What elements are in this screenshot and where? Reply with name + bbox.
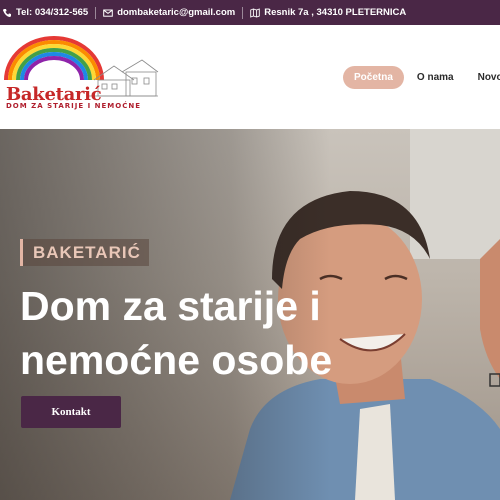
- phone-icon: [3, 8, 11, 17]
- main-nav: Početna O nama Novosti: [343, 66, 500, 89]
- hero-title: Dom za starije i nemoćne osobe: [20, 283, 333, 383]
- divider: [95, 6, 97, 19]
- nav-item-novosti[interactable]: Novosti: [467, 66, 500, 89]
- top-info-bar: Tel: 034/312-565 dombaketaric@gmail.com …: [0, 0, 500, 25]
- address-text: Resnik 7a , 34310 PLETERNICA: [264, 7, 407, 18]
- divider: [242, 6, 244, 19]
- contact-button[interactable]: Kontakt: [21, 396, 121, 428]
- hero-section: BAKETARIĆ Dom za starije i nemoćne osobe…: [0, 129, 500, 500]
- address-contact: Resnik 7a , 34310 PLETERNICA: [250, 7, 406, 18]
- phone-text: Tel: 034/312-565: [16, 7, 89, 18]
- envelope-icon: [103, 9, 113, 17]
- nav-item-pocetna[interactable]: Početna: [343, 66, 404, 89]
- hero-tag: BAKETARIĆ: [20, 239, 149, 266]
- map-icon: [250, 7, 260, 18]
- logo[interactable]: Baketarić DOM ZA STARIJE I NEMOĆNE: [2, 32, 162, 122]
- nav-item-o-nama[interactable]: O nama: [406, 66, 465, 89]
- email-contact[interactable]: dombaketaric@gmail.com: [103, 7, 235, 18]
- phone-contact[interactable]: Tel: 034/312-565: [2, 7, 88, 18]
- logo-subtitle: DOM ZA STARIJE I NEMOĆNE: [6, 102, 141, 110]
- site-header: Baketarić DOM ZA STARIJE I NEMOĆNE Počet…: [0, 25, 500, 129]
- email-text: dombaketaric@gmail.com: [117, 7, 236, 18]
